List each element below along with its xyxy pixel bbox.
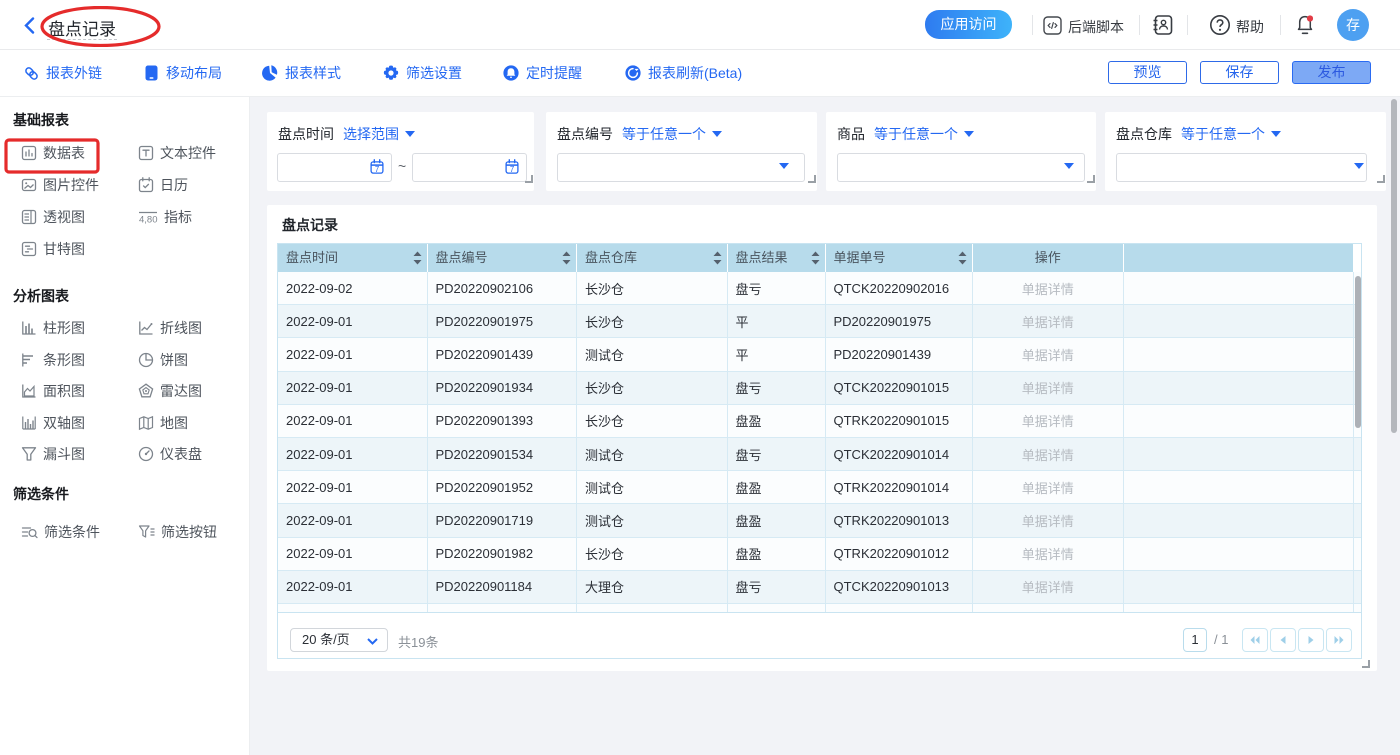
svg-text:7: 7: [510, 165, 514, 174]
svg-text:4,80: 4,80: [139, 215, 158, 226]
svg-text:7: 7: [375, 165, 379, 174]
